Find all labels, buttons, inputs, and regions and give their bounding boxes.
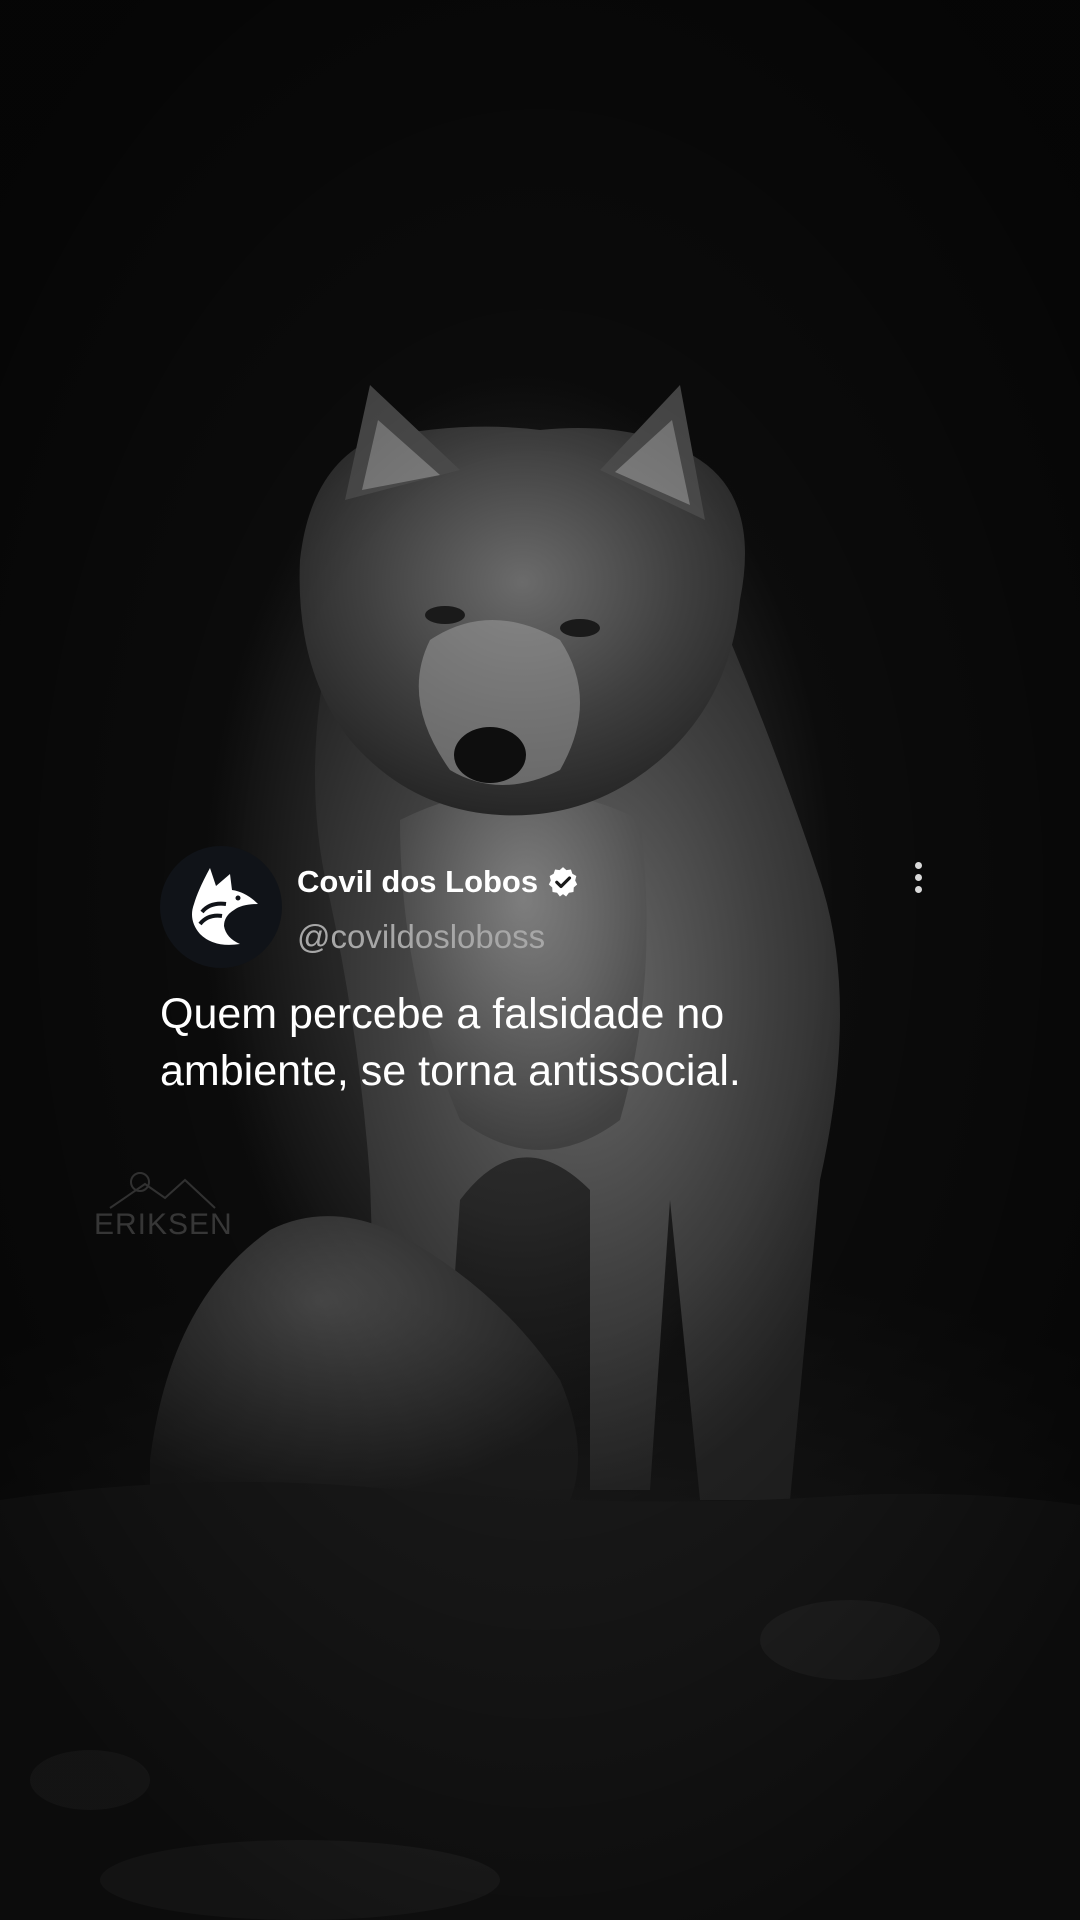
- wolf-photo-background: [0, 385, 1080, 1920]
- story-screen: ERIKSEN Covil dos Lobos @covildosloboss: [0, 0, 1080, 1920]
- display-name[interactable]: Covil dos Lobos: [297, 864, 538, 900]
- wolf-logo-icon: [192, 868, 258, 945]
- user-handle[interactable]: @covildosloboss: [297, 918, 545, 956]
- watermark-text: ERIKSEN: [94, 1208, 233, 1241]
- more-vertical-icon: [914, 861, 922, 869]
- post-text-line: ambiente, se torna antissocial.: [160, 1047, 741, 1095]
- more-options-button[interactable]: [903, 854, 933, 900]
- avatar[interactable]: [160, 846, 282, 968]
- post-text: Quem percebe a falsidade no ambiente, se…: [160, 986, 920, 1100]
- more-vertical-icon: [914, 873, 922, 881]
- more-vertical-icon: [914, 885, 922, 893]
- verified-badge-icon: [548, 867, 578, 897]
- name-row: Covil dos Lobos: [297, 860, 580, 904]
- post-text-line: Quem percebe a falsidade no: [160, 990, 725, 1038]
